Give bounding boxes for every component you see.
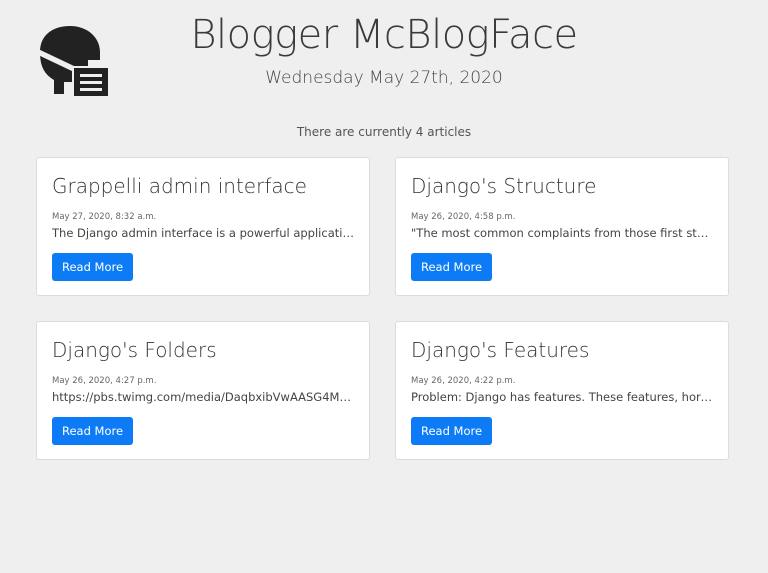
article-date: May 26, 2020, 4:27 p.m. [52, 376, 157, 386]
article-card: Django's Folders May 26, 2020, 4:27 p.m.… [36, 321, 370, 460]
article-excerpt: https://pbs.twimg.com/media/DaqbxibVwAAS… [52, 390, 354, 404]
article-card: Django's Structure May 26, 2020, 4:58 p.… [395, 157, 729, 296]
article-excerpt: Problem: Django has features. These feat… [411, 390, 713, 404]
article-count: There are currently 4 articles [296, 125, 472, 139]
article-title: Django's Structure [411, 174, 597, 198]
article-excerpt: The Django admin interface is a powerful… [52, 226, 354, 240]
read-more-button[interactable]: Read More [52, 417, 134, 445]
article-card: Grappelli admin interface May 27, 2020, … [36, 157, 370, 296]
header-date: Wednesday May 27th, 2020 [265, 68, 503, 88]
article-title: Grappelli admin interface [52, 174, 307, 198]
article-card: Django's Features May 26, 2020, 4:22 p.m… [395, 321, 729, 460]
read-more-button[interactable]: Read More [411, 253, 493, 281]
article-title: Django's Features [411, 338, 590, 362]
read-more-button[interactable]: Read More [52, 253, 134, 281]
read-more-button[interactable]: Read More [411, 417, 493, 445]
article-date: May 26, 2020, 4:58 p.m. [411, 212, 516, 222]
article-date: May 27, 2020, 8:32 a.m. [52, 212, 157, 222]
article-excerpt: "The most common complaints from those f… [411, 226, 713, 240]
site-title-text: Blogger McBlogFace [190, 12, 578, 58]
article-title: Django's Folders [52, 338, 217, 362]
article-date: May 26, 2020, 4:22 p.m. [411, 376, 516, 386]
site-title: Blogger McBlogFace [0, 12, 768, 58]
